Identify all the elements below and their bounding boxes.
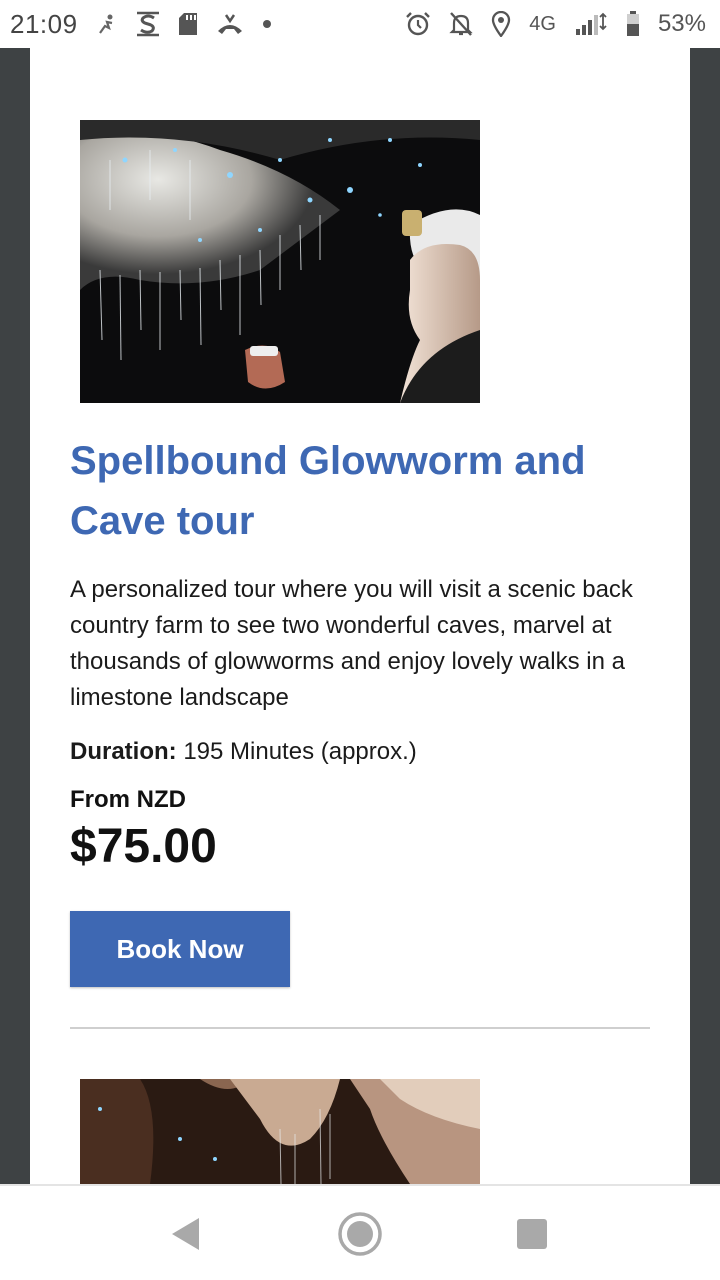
battery-percent: 53% [657,10,706,37]
home-icon[interactable] [332,1208,388,1260]
sd-card-icon [178,12,198,36]
signal-icon [574,12,608,36]
book-now-button[interactable]: Book Now [70,911,290,987]
network-type: 4G [529,12,556,35]
tour-image[interactable] [80,120,480,403]
tour-duration: Duration: 195 Minutes (approx.) [70,734,417,770]
price-value: $75.00 [70,820,217,873]
duration-label: Duration: [70,738,177,765]
tour-description: A personalized tour where you will visit… [70,576,633,711]
alarm-icon [405,11,431,37]
notifications-off-icon [449,11,473,37]
status-bar: 21:09 4G 53% [0,0,720,48]
navigation-bar [0,1184,720,1280]
location-icon [491,11,511,37]
status-left: 21:09 [10,9,272,40]
status-time: 21:09 [10,8,78,39]
price-prefix: From NZD [70,786,186,813]
dot-icon [262,19,272,29]
battery-icon [626,11,640,37]
recents-icon[interactable] [504,1208,560,1260]
back-icon[interactable] [158,1208,214,1260]
divider [70,1027,650,1029]
tour-title[interactable]: Spellbound Glowworm and Cave tour [70,431,650,551]
call-icon [216,13,244,35]
next-tour-image[interactable] [80,1079,480,1184]
activity-icon [96,13,118,35]
tour-card: Spellbound Glowworm and Cave tour A pers… [30,48,690,1184]
s-app-icon [136,11,160,37]
status-right: 4G 53% [405,10,706,38]
duration-value: 195 Minutes (approx.) [176,738,417,765]
